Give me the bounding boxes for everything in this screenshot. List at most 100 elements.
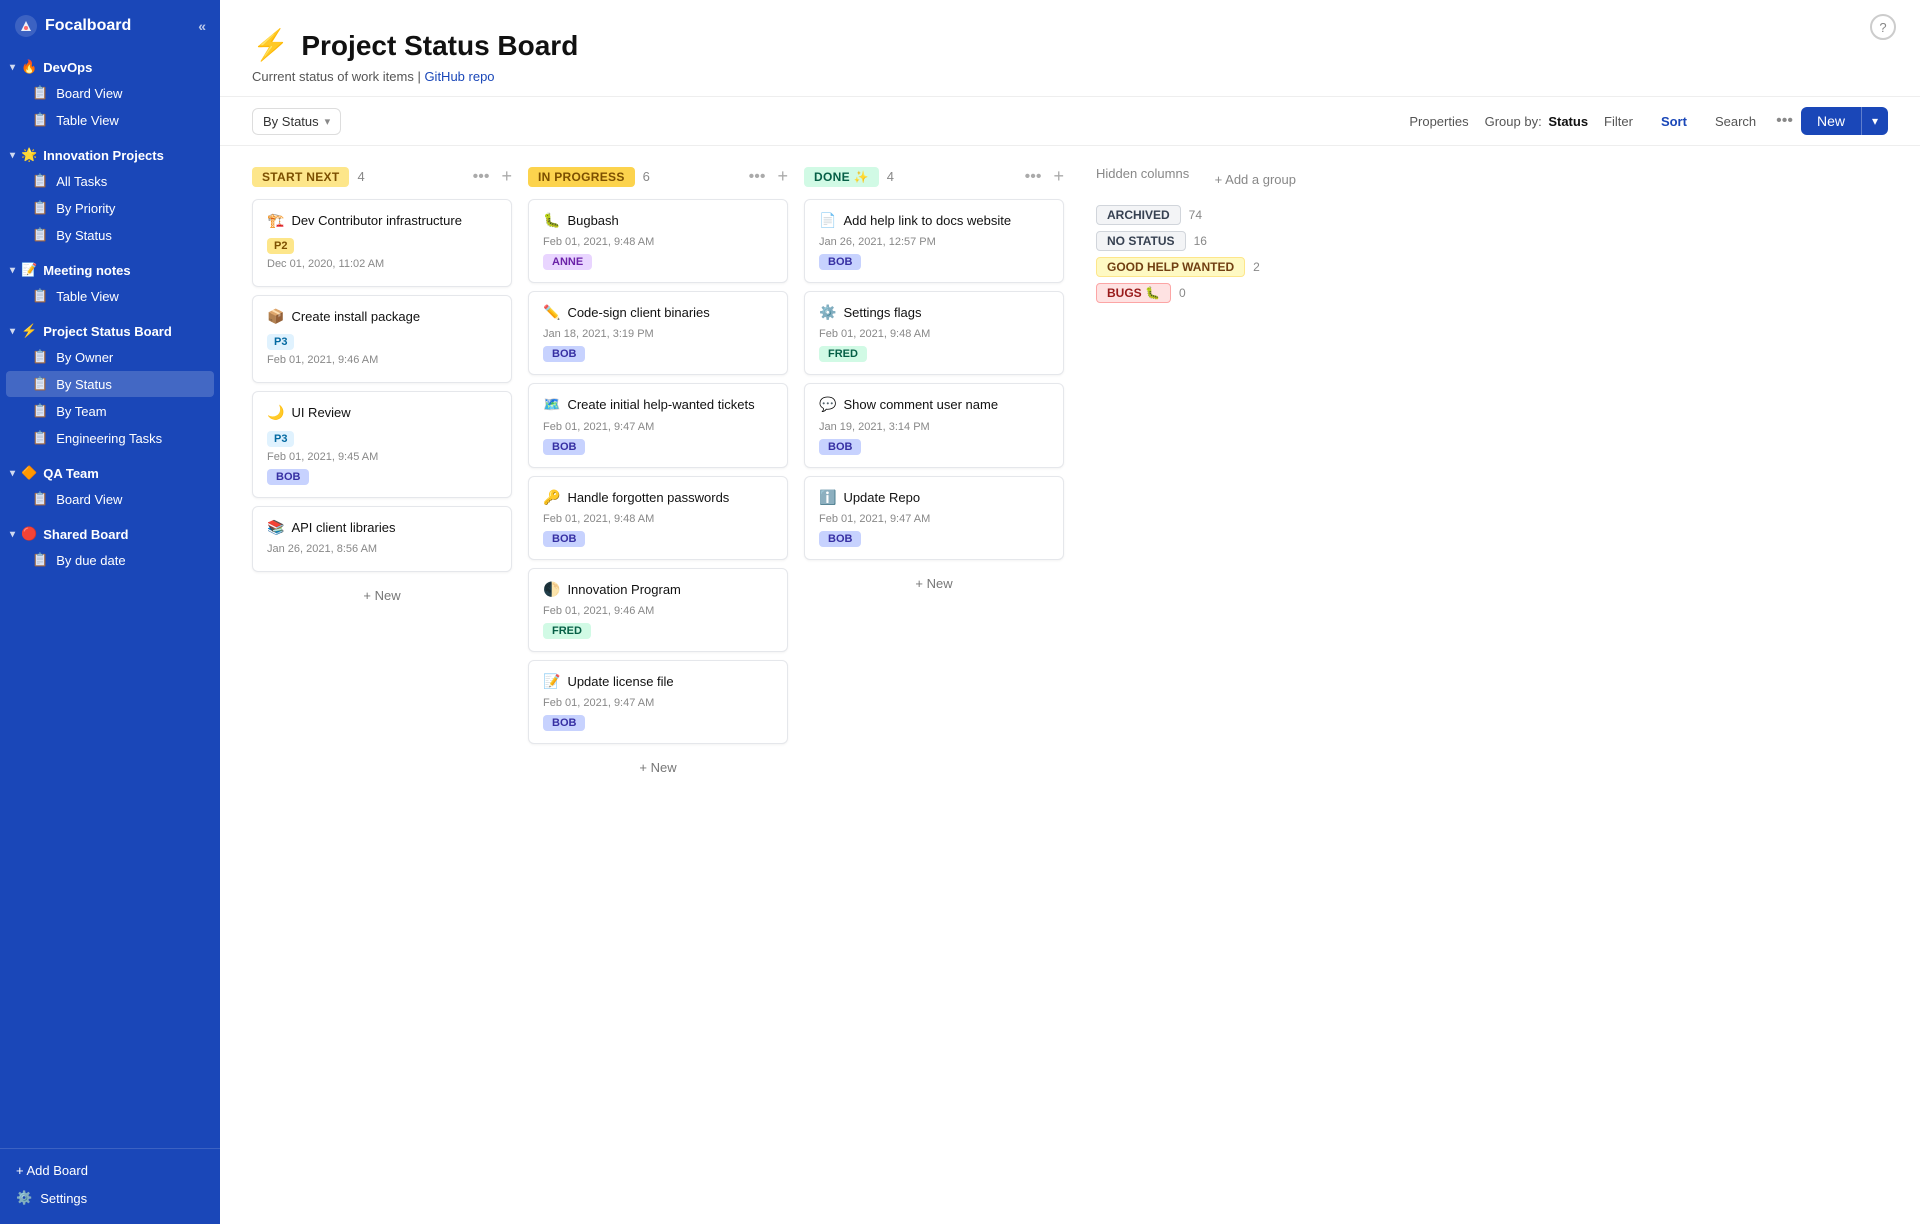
sidebar-item-qa-board[interactable]: 📋 Board View	[6, 486, 214, 512]
no-status-badge: NO STATUS	[1096, 231, 1186, 251]
column-add-btn[interactable]: +	[1053, 166, 1064, 187]
card-assignee: FRED	[819, 346, 867, 362]
column-header-start-next: START NEXT 4 ••• +	[252, 166, 512, 187]
sidebar-item-by-status[interactable]: 📋 By Status	[6, 222, 214, 248]
card-date: Feb 01, 2021, 9:46 AM	[543, 605, 773, 617]
devops-emoji: 🔥	[21, 59, 37, 75]
archived-badge: ARCHIVED	[1096, 205, 1181, 225]
sidebar-item-by-priority[interactable]: 📋 By Priority	[6, 195, 214, 221]
sidebar-item-label: Engineering Tasks	[56, 431, 162, 446]
sidebar-item-devops-board[interactable]: 📋 Board View	[6, 80, 214, 106]
card-show-comment-user[interactable]: 💬 Show comment user name Jan 19, 2021, 3…	[804, 383, 1064, 467]
card-assignee: BOB	[543, 439, 585, 455]
card-title: Innovation Program	[567, 581, 680, 599]
status-icon: 📋	[32, 227, 48, 243]
github-repo-link[interactable]: GitHub repo	[424, 69, 494, 84]
card-assignee: BOB	[267, 469, 309, 485]
add-new-done[interactable]: + New	[804, 568, 1064, 599]
main-content: ⚡ Project Status Board Current status of…	[220, 0, 1920, 1224]
card-update-repo[interactable]: ℹ️ Update Repo Feb 01, 2021, 9:47 AM BOB	[804, 476, 1064, 560]
date-icon: 📋	[32, 552, 48, 568]
add-new-in-progress[interactable]: + New	[528, 752, 788, 783]
card-forgotten-passwords[interactable]: 🔑 Handle forgotten passwords Feb 01, 202…	[528, 476, 788, 560]
search-btn[interactable]: Search	[1703, 109, 1768, 134]
card-add-help-link[interactable]: 📄 Add help link to docs website Jan 26, …	[804, 199, 1064, 283]
group-by-value: Status	[1548, 114, 1588, 129]
sidebar-item-label: By Owner	[56, 350, 113, 365]
filter-btn[interactable]: Filter	[1592, 109, 1645, 134]
board-icon: 📋	[32, 491, 48, 507]
sidebar-section-devops: ▾ 🔥 DevOps 📋 Board View 📋 Table View	[0, 48, 220, 136]
page-header: ⚡ Project Status Board Current status of…	[220, 0, 1920, 97]
card-help-wanted-tickets[interactable]: 🗺️ Create initial help-wanted tickets Fe…	[528, 383, 788, 467]
more-options-btn[interactable]: •••	[1772, 112, 1797, 130]
status-icon: 📋	[32, 376, 48, 392]
sidebar-group-devops[interactable]: ▾ 🔥 DevOps	[0, 54, 220, 79]
card-ui-review[interactable]: 🌙 UI Review P3 Feb 01, 2021, 9:45 AM BOB	[252, 391, 512, 497]
card-assignee: BOB	[819, 254, 861, 270]
sidebar-section-project-status: ▾ ⚡ Project Status Board 📋 By Owner 📋 By…	[0, 312, 220, 454]
new-main-btn[interactable]: New	[1801, 107, 1861, 135]
sidebar-group-label-meeting: Meeting notes	[43, 263, 130, 278]
sidebar-group-innovation[interactable]: ▾ 🌟 Innovation Projects	[0, 142, 220, 167]
card-innovation-program[interactable]: 🌓 Innovation Program Feb 01, 2021, 9:46 …	[528, 568, 788, 652]
sidebar-collapse-btn[interactable]: «	[198, 18, 206, 34]
column-add-btn[interactable]: +	[501, 166, 512, 187]
sidebar-item-by-due-date[interactable]: 📋 By due date	[6, 547, 214, 573]
card-bugbash[interactable]: 🐛 Bugbash Feb 01, 2021, 9:48 AM ANNE	[528, 199, 788, 283]
column-count: 4	[357, 169, 364, 184]
sidebar-item-engineering-tasks[interactable]: 📋 Engineering Tasks	[6, 425, 214, 451]
sidebar-group-project-status[interactable]: ▾ ⚡ Project Status Board	[0, 318, 220, 343]
card-title: Show comment user name	[843, 396, 998, 414]
properties-btn[interactable]: Properties	[1397, 109, 1480, 134]
column-start-next: START NEXT 4 ••• + 🏗️ Dev Contributor in…	[252, 166, 512, 611]
new-dropdown-btn[interactable]: ▾	[1861, 107, 1888, 135]
card-create-install[interactable]: 📦 Create install package P3 Feb 01, 2021…	[252, 295, 512, 383]
chevron-down-icon: ▾	[325, 115, 331, 128]
view-selector[interactable]: By Status ▾	[252, 108, 341, 135]
sidebar-item-label: By due date	[56, 553, 125, 568]
column-in-progress: IN PROGRESS 6 ••• + 🐛 Bugbash Feb 01, 20…	[528, 166, 788, 783]
hidden-col-bugs: BUGS 🐛 0	[1096, 283, 1300, 303]
column-more-btn[interactable]: •••	[473, 168, 490, 186]
column-more-btn[interactable]: •••	[1025, 168, 1042, 186]
add-group-btn[interactable]: + Add a group	[1211, 168, 1300, 191]
card-emoji: 🏗️	[267, 212, 284, 229]
sidebar-item-devops-table[interactable]: 📋 Table View	[6, 107, 214, 133]
add-board-btn[interactable]: + Add Board	[10, 1157, 210, 1184]
card-emoji: 🌓	[543, 581, 560, 598]
sidebar-item-by-team[interactable]: 📋 By Team	[6, 398, 214, 424]
card-emoji: ℹ️	[819, 489, 836, 506]
column-more-btn[interactable]: •••	[749, 168, 766, 186]
card-title-row: 🌓 Innovation Program	[543, 581, 773, 599]
table-icon: 📋	[32, 288, 48, 304]
column-add-btn[interactable]: +	[777, 166, 788, 187]
card-api-client[interactable]: 📚 API client libraries Jan 26, 2021, 8:5…	[252, 506, 512, 572]
board-area: START NEXT 4 ••• + 🏗️ Dev Contributor in…	[220, 146, 1920, 1224]
page-subtitle: Current status of work items | GitHub re…	[252, 69, 1888, 84]
card-title-row: ℹ️ Update Repo	[819, 489, 1049, 507]
card-title-row: ⚙️ Settings flags	[819, 304, 1049, 322]
card-settings-flags[interactable]: ⚙️ Settings flags Feb 01, 2021, 9:48 AM …	[804, 291, 1064, 375]
settings-btn[interactable]: ⚙️ Settings	[10, 1184, 210, 1212]
sidebar-group-shared[interactable]: ▾ 🔴 Shared Board	[0, 521, 220, 546]
add-new-start-next[interactable]: + New	[252, 580, 512, 611]
card-emoji: ✏️	[543, 304, 560, 321]
help-icon[interactable]: ?	[1870, 14, 1896, 40]
sidebar-item-meeting-table[interactable]: 📋 Table View	[6, 283, 214, 309]
sidebar-group-qa[interactable]: ▾ 🔶 QA Team	[0, 460, 220, 485]
card-code-sign[interactable]: ✏️ Code-sign client binaries Jan 18, 202…	[528, 291, 788, 375]
qa-emoji: 🔶	[21, 465, 37, 481]
sidebar-item-by-owner[interactable]: 📋 By Owner	[6, 344, 214, 370]
sidebar-item-label: Board View	[56, 492, 122, 507]
sidebar-item-all-tasks[interactable]: 📋 All Tasks	[6, 168, 214, 194]
sidebar-group-meeting[interactable]: ▾ 📝 Meeting notes	[0, 257, 220, 282]
sidebar-header: Focalboard «	[0, 0, 220, 48]
card-badge-p3: P3	[267, 431, 294, 447]
card-update-license[interactable]: 📝 Update license file Feb 01, 2021, 9:47…	[528, 660, 788, 744]
sidebar-item-psb-status[interactable]: 📋 By Status	[6, 371, 214, 397]
card-dev-contributor[interactable]: 🏗️ Dev Contributor infrastructure P2 Dec…	[252, 199, 512, 287]
sidebar-item-label: Table View	[56, 113, 119, 128]
no-status-count: 16	[1194, 234, 1207, 248]
sort-btn[interactable]: Sort	[1649, 109, 1699, 134]
